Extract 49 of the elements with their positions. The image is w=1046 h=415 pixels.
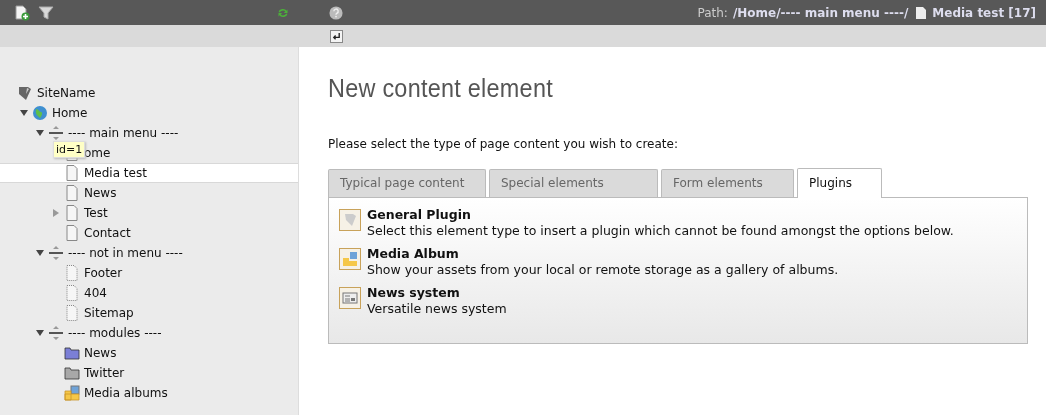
separator-icon <box>48 245 64 261</box>
expanded-arrow-icon[interactable] <box>36 129 44 137</box>
tree-item[interactable]: Test <box>84 206 108 220</box>
tab[interactable]: Plugins <box>797 168 882 198</box>
plugin-description: Versatile news system <box>367 301 507 316</box>
page-title: Media test [17] <box>932 5 1036 20</box>
filter-icon[interactable] <box>38 4 54 21</box>
intro-text: Please select the type of page content you wish to create: <box>328 137 679 151</box>
plugin-title[interactable]: Media Album <box>367 246 839 261</box>
tree-item[interactable]: Twitter <box>84 366 125 380</box>
page-heading: New content element <box>328 73 554 104</box>
plugin-description: Select this element type to insert a plugin which cannot be found amongst the options below. <box>367 223 954 238</box>
tree-item[interactable]: Media albums <box>84 386 168 400</box>
newspaper-icon <box>339 287 361 309</box>
expanded-arrow-icon[interactable] <box>36 329 44 337</box>
plugin-description: Show your assets from your local or remote storage as a gallery of albums. <box>367 262 839 277</box>
tree-item[interactable]: SiteName <box>37 86 96 100</box>
tree-item[interactable]: ---- not in menu ---- <box>68 246 183 260</box>
album-folder-icon <box>339 248 361 270</box>
tree-item[interactable]: Media test <box>84 166 147 180</box>
separator-icon <box>48 325 64 341</box>
tab[interactable]: Special elements <box>489 169 658 197</box>
plugin-title[interactable]: General Plugin <box>367 207 954 222</box>
tree-item[interactable]: 404 <box>84 286 107 300</box>
help-icon[interactable] <box>329 5 343 20</box>
tree-item[interactable]: Sitemap <box>84 306 134 320</box>
new-page-icon[interactable] <box>14 4 30 21</box>
tree-item[interactable]: Contact <box>84 226 131 240</box>
logo-icon <box>17 85 33 101</box>
tooltip: id=1 <box>53 141 86 158</box>
logo-icon <box>339 209 361 231</box>
album-folder-icon <box>64 385 80 401</box>
tree-item[interactable]: ---- modules ---- <box>68 326 162 340</box>
page-path[interactable]: /Home/---- main menu ----/ <box>732 5 909 20</box>
tree-item[interactable]: ome <box>84 146 111 160</box>
separator-icon <box>48 125 64 141</box>
tree-item[interactable]: News <box>84 186 117 200</box>
tab[interactable]: Form elements <box>661 169 794 197</box>
tree-item[interactable]: ---- main menu ---- <box>68 126 179 140</box>
globe-icon <box>32 105 48 121</box>
expanded-arrow-icon[interactable] <box>20 109 28 117</box>
return-button[interactable] <box>330 29 343 43</box>
expanded-arrow-icon[interactable] <box>36 249 44 257</box>
plugin-title[interactable]: News system <box>367 285 507 300</box>
tree-item[interactable]: Home <box>52 106 88 120</box>
tree-item[interactable]: Footer <box>84 266 123 280</box>
path-label: Path: <box>697 5 728 20</box>
tab[interactable]: Typical page content <box>328 169 486 197</box>
tree-item[interactable]: News <box>84 346 117 360</box>
